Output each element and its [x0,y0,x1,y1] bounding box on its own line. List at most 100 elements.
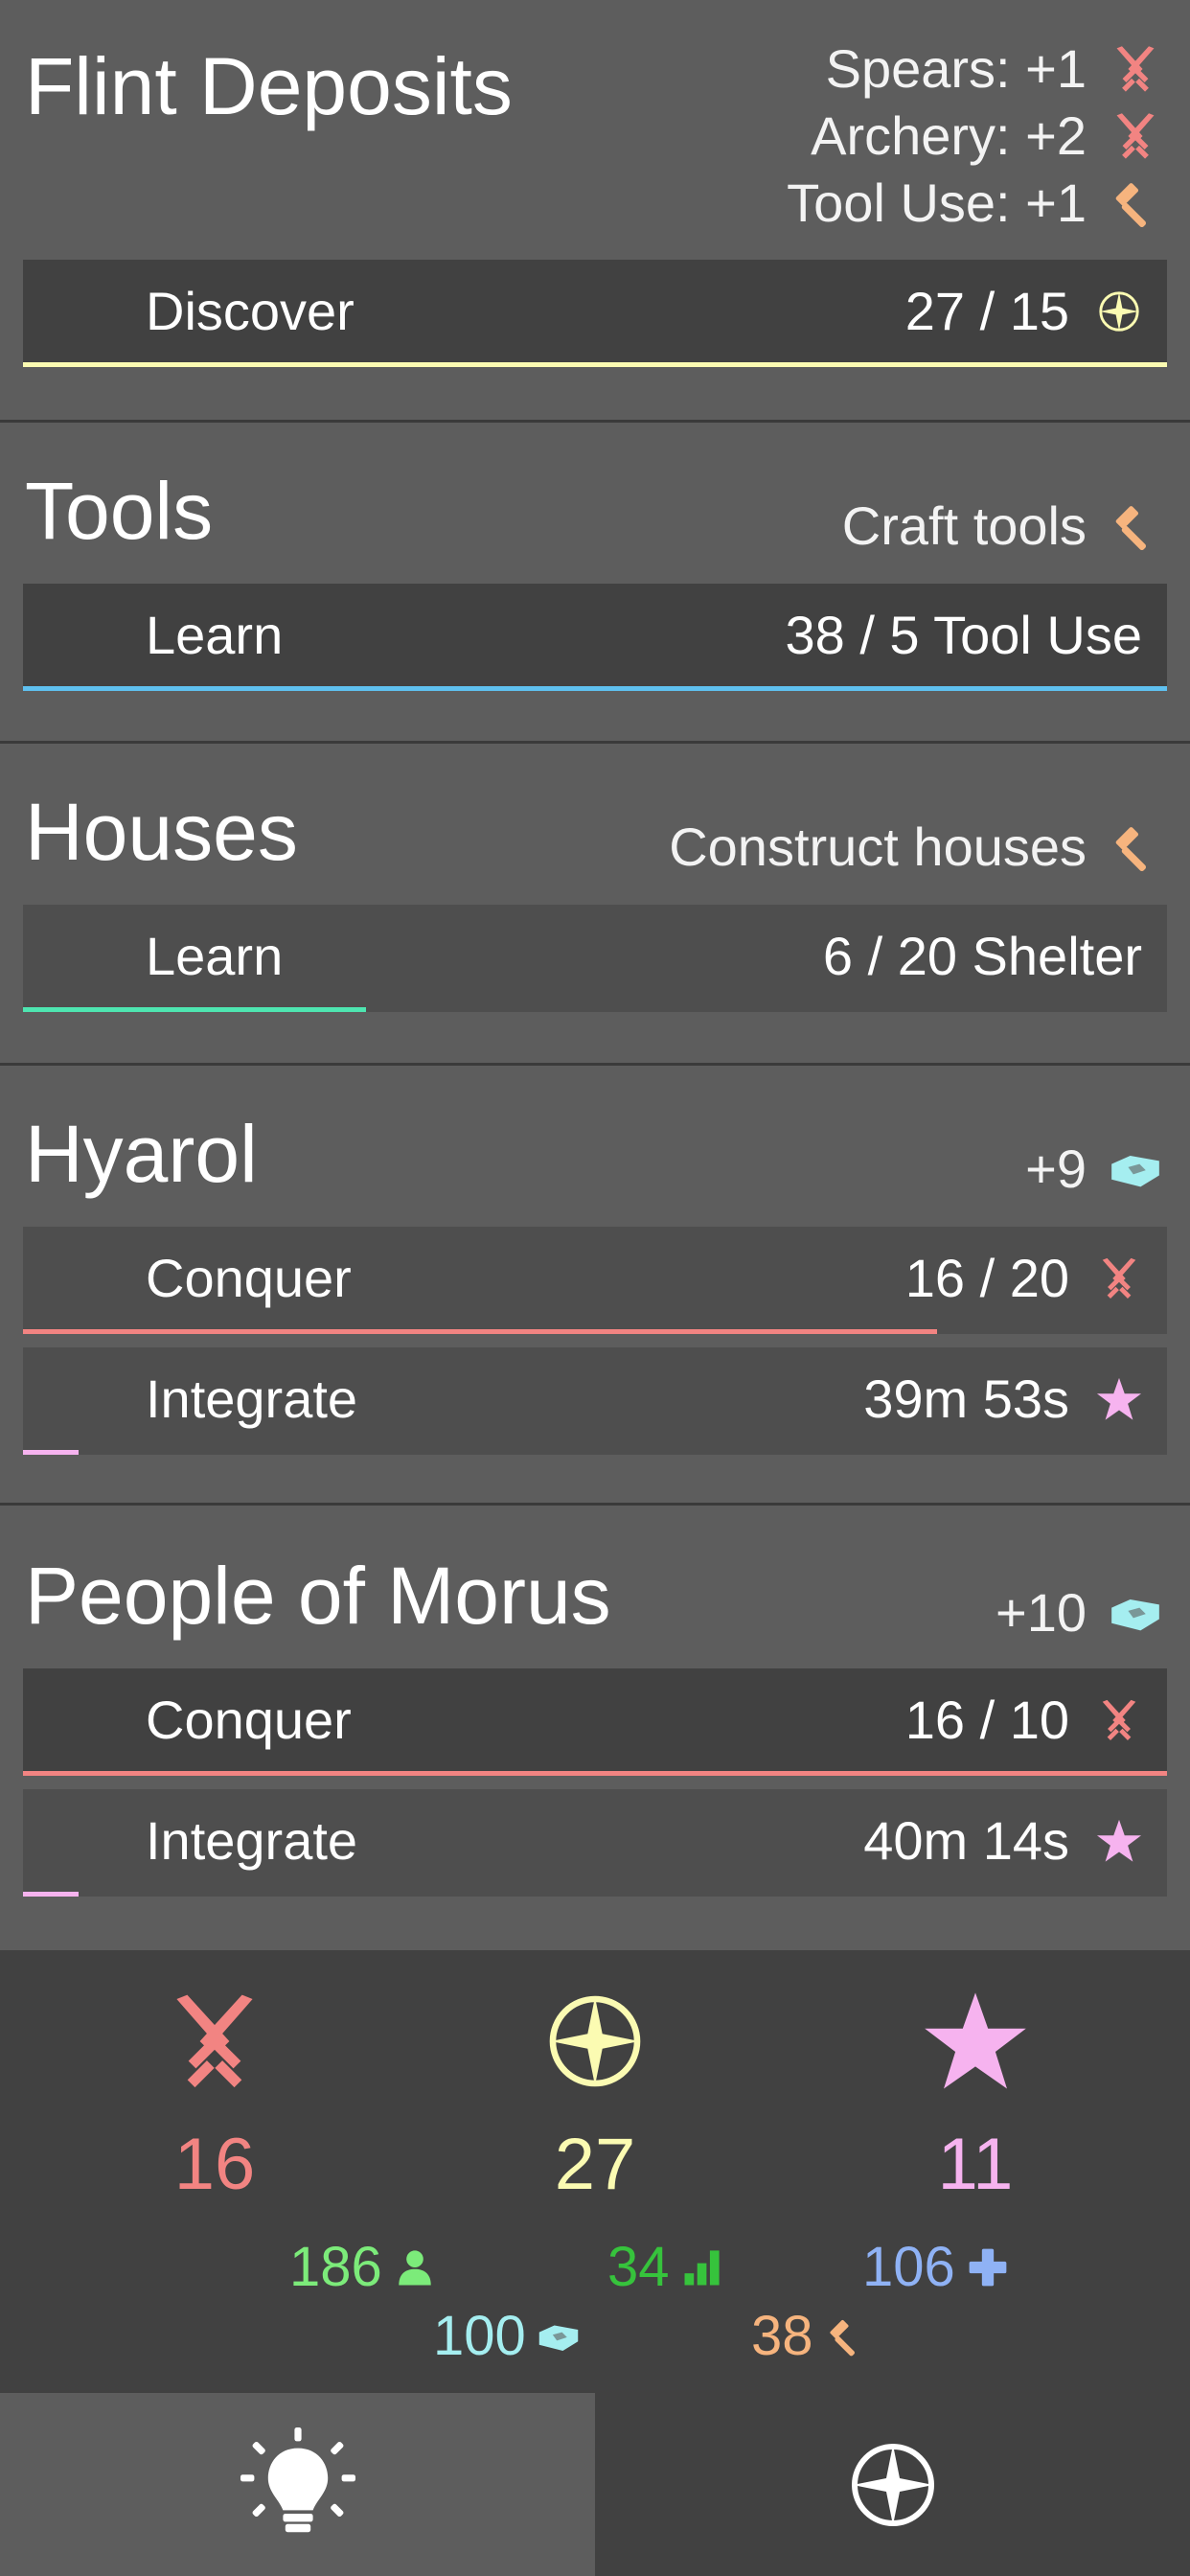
effect-tool-use: Tool Use: +1 [787,176,1161,230]
star-icon [1096,1818,1142,1864]
effect-construct-houses: Construct houses [669,820,1161,874]
compass-icon [542,1989,648,2094]
action-label: Learn [146,926,284,986]
conquer-action[interactable]: Conquer 16 / 10 [23,1668,1167,1776]
card-flint-deposits: Flint Deposits Spears: +1 Archery: +2 To… [0,0,1190,420]
stat-tools: 38 [751,2309,867,2364]
compass-icon [1096,288,1142,334]
stat-value: 16 [173,2124,256,2205]
progress-bar [23,1007,366,1012]
learn-action[interactable]: Learn 38 / 5 Tool Use [23,584,1167,691]
action-value: 40m 14s [863,1814,1142,1868]
effect-label: Craft tools [841,495,1087,556]
action-timer: 39m 53s [863,1368,1069,1429]
stat-value: 27 [554,2124,636,2205]
card-title: Hyarol [25,1109,258,1199]
integrate-action[interactable]: Integrate 39m 53s [23,1347,1167,1455]
effect-label: +9 [1025,1138,1087,1199]
effect-label: Tool Use: +1 [787,172,1087,233]
action-value: 27 / 15 [905,285,1142,338]
hammer-icon [1110,500,1161,552]
land-icon [538,2315,580,2358]
progress-bar [23,1771,1167,1776]
action-value: 16 / 10 [905,1693,1142,1747]
card-people-of-morus: People of Morus +10 Conquer 16 / 10 Inte… [0,1503,1190,1950]
tab-explore[interactable] [595,2393,1190,2576]
stat-health: 106 [862,2240,1009,2295]
card-title: Tools [25,466,214,556]
stat-land: 100 [433,2309,580,2364]
crossed-swords-icon [1110,110,1161,162]
action-timer: 40m 14s [863,1810,1069,1871]
progress-bar [23,1892,79,1897]
star-icon [1096,1376,1142,1422]
person-icon [394,2246,436,2288]
land-icon [1110,1143,1161,1195]
effect-label: Spears: +1 [825,38,1087,99]
compass-icon [845,2437,941,2533]
stat-culture: 11 [880,1989,1071,2201]
plus-icon [967,2246,1009,2288]
action-label: Conquer [146,1690,352,1750]
stat-military: 16 [119,1989,310,2201]
card-tools: Tools Craft tools Learn 38 / 5 Tool Use [0,420,1190,741]
action-progress-text: 6 / 20 Shelter [822,926,1142,986]
conquer-action[interactable]: Conquer 16 / 20 [23,1227,1167,1334]
learn-action[interactable]: Learn 6 / 20 Shelter [23,905,1167,1012]
star-icon [923,1989,1028,2094]
stat-value: 100 [433,2305,526,2367]
action-value: 6 / 20 Shelter [823,930,1142,983]
hammer-icon [1110,821,1161,873]
action-value: 16 / 20 [905,1252,1142,1305]
stat-value: 34 [607,2236,670,2298]
stat-value: 106 [862,2236,955,2298]
integrate-action[interactable]: Integrate 40m 14s [23,1789,1167,1897]
action-progress-text: 16 / 20 [904,1248,1069,1308]
action-value: 38 / 5 Tool Use [785,609,1142,662]
action-label: Discover [146,281,355,341]
stat-population: 186 [289,2240,436,2295]
hammer-icon [825,2315,867,2358]
card-title: People of Morus [25,1551,611,1641]
hammer-icon [1110,177,1161,229]
land-icon [1110,1587,1161,1639]
bar-chart-icon [681,2246,723,2288]
stat-exploration: 27 [499,1989,691,2201]
action-value: 39m 53s [863,1372,1142,1426]
action-label: Integrate [146,1368,358,1429]
crossed-swords-icon [1096,1697,1142,1743]
card-title: Flint Deposits [25,41,513,131]
stat-value: 186 [289,2236,382,2298]
effect-spears: Spears: +1 [826,42,1161,96]
stat-value: 38 [751,2305,813,2367]
action-progress-text: 27 / 15 [904,281,1069,341]
progress-bar [23,1450,79,1455]
action-progress-text: 38 / 5 Tool Use [785,605,1142,665]
effect-archery: Archery: +2 [811,109,1161,163]
effect-land: +9 [1025,1142,1161,1196]
progress-bar [23,1329,937,1334]
effect-label: Archery: +2 [811,105,1087,166]
stat-growth: 34 [607,2240,723,2295]
card-title: Houses [25,787,298,877]
crossed-swords-icon [1096,1255,1142,1301]
tab-ideas[interactable] [0,2393,595,2576]
card-hyarol: Hyarol +9 Conquer 16 / 20 Integrate 39m … [0,1063,1190,1503]
action-label: Learn [146,605,284,665]
progress-bar [23,686,1167,691]
action-label: Conquer [146,1248,352,1308]
effect-land: +10 [995,1586,1161,1640]
action-label: Integrate [146,1810,358,1871]
crossed-swords-icon [1110,43,1161,95]
lightbulb-icon [240,2427,355,2542]
resource-summary: 16 27 11 186 34 106 100 38 [0,1950,1190,2393]
stat-value: 11 [937,2124,1014,2205]
effect-label: +10 [995,1582,1087,1643]
effect-label: Construct houses [669,816,1087,877]
card-houses: Houses Construct houses Learn 6 / 20 She… [0,741,1190,1063]
crossed-swords-icon [162,1989,267,2094]
effect-craft-tools: Craft tools [842,499,1161,553]
action-progress-text: 16 / 10 [904,1690,1069,1750]
discover-action[interactable]: Discover 27 / 15 [23,260,1167,367]
progress-bar [23,362,1167,367]
